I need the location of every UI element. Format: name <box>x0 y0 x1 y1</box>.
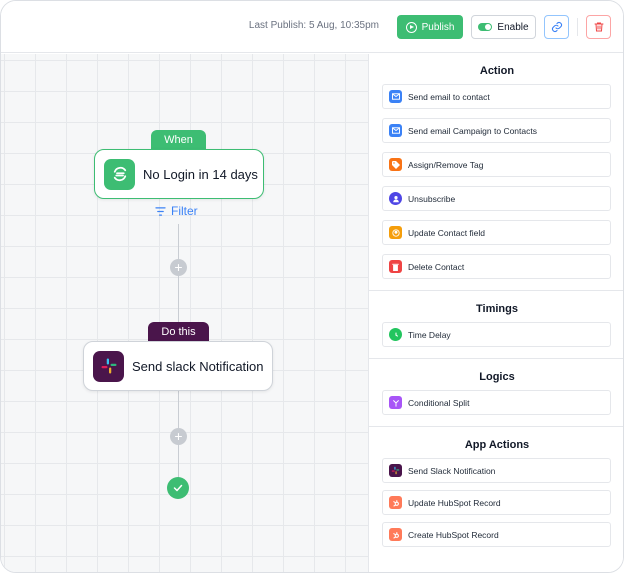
connector-line <box>178 224 179 334</box>
mail-icon <box>389 124 402 137</box>
play-circle-icon <box>405 21 417 33</box>
panel-item-label: Send Slack Notification <box>408 465 496 476</box>
section-title-logics: Logics <box>479 371 515 383</box>
slack-icon <box>389 464 402 477</box>
panel-item-time-delay[interactable]: Time Delay <box>382 322 611 347</box>
panel-item-assign-tag[interactable]: Assign/Remove Tag <box>382 152 611 177</box>
toolbar-divider <box>577 18 578 36</box>
top-bar: Last Publish: 5 Aug, 10:35pm Publish Ena… <box>1 1 623 53</box>
delete-button[interactable] <box>586 15 611 39</box>
panel-item-label: Delete Contact <box>408 261 465 272</box>
workflow-canvas[interactable]: When No Login in 14 days Filter + Do thi… <box>1 54 368 572</box>
trigger-chip: When <box>151 130 206 149</box>
publish-button[interactable]: Publish <box>397 15 463 39</box>
action-chip: Do this <box>148 322 209 341</box>
panel-item-send-email[interactable]: Send email to contact <box>382 84 611 109</box>
split-icon <box>389 396 402 409</box>
automation-builder-window: Last Publish: 5 Aug, 10:35pm Publish Ena… <box>0 0 624 573</box>
panel-item-conditional-split[interactable]: Conditional Split <box>382 390 611 415</box>
add-step-button[interactable]: + <box>170 428 187 445</box>
enable-label: Enable <box>497 21 529 33</box>
trash-icon <box>594 22 603 32</box>
clock-icon <box>389 328 402 341</box>
panel-item-delete-contact[interactable]: Delete Contact <box>382 254 611 279</box>
copy-link-button[interactable] <box>544 15 569 39</box>
filter-icon <box>155 206 166 216</box>
enable-toggle-button[interactable]: Enable <box>471 15 536 39</box>
panel-item-update-contact-field[interactable]: Update Contact field <box>382 220 611 245</box>
section-title-timings: Timings <box>476 303 518 315</box>
section-divider <box>369 358 623 359</box>
link-icon <box>551 21 562 33</box>
publish-label: Publish <box>421 21 455 33</box>
section-title-action: Action <box>479 65 515 77</box>
last-publish-text: Last Publish: 5 Aug, 10:35pm <box>248 20 379 31</box>
contact-icon <box>389 226 402 239</box>
actions-panel: Action Send email to contact Send email … <box>368 54 623 572</box>
trigger-logo-icon <box>104 158 135 190</box>
trigger-title: No Login in 14 days <box>143 166 258 182</box>
add-step-button[interactable]: + <box>170 259 187 276</box>
hubspot-icon <box>389 528 402 541</box>
panel-item-create-hubspot-record[interactable]: Create HubSpot Record <box>382 522 611 547</box>
mail-icon <box>389 90 402 103</box>
panel-item-label: Time Delay <box>408 329 451 340</box>
section-divider <box>369 426 623 427</box>
panel-item-label: Create HubSpot Record <box>408 529 499 540</box>
trigger-node[interactable]: No Login in 14 days <box>94 149 264 199</box>
end-check-icon <box>167 477 189 499</box>
plus-icon: + <box>174 259 183 275</box>
filter-link[interactable]: Filter <box>155 204 198 218</box>
plus-icon: + <box>174 428 183 444</box>
panel-item-label: Send email Campaign to Contacts <box>408 125 537 136</box>
panel-item-label: Conditional Split <box>408 397 470 408</box>
user-icon <box>389 192 402 205</box>
section-divider <box>369 290 623 291</box>
panel-item-update-hubspot-record[interactable]: Update HubSpot Record <box>382 490 611 515</box>
panel-item-unsubscribe[interactable]: Unsubscribe <box>382 186 611 211</box>
panel-item-send-slack-notification[interactable]: Send Slack Notification <box>382 458 611 483</box>
panel-item-send-email-campaign[interactable]: Send email Campaign to Contacts <box>382 118 611 143</box>
hubspot-icon <box>389 496 402 509</box>
panel-item-label: Send email to contact <box>408 91 490 102</box>
panel-item-label: Assign/Remove Tag <box>408 159 484 170</box>
tag-icon <box>389 158 402 171</box>
slack-icon <box>93 350 124 382</box>
trash-icon <box>389 260 402 273</box>
section-title-app-actions: App Actions <box>464 439 530 451</box>
toggle-icon <box>478 23 493 31</box>
panel-item-label: Unsubscribe <box>408 193 456 204</box>
panel-item-label: Update HubSpot Record <box>408 497 501 508</box>
filter-label: Filter <box>171 204 198 218</box>
action-title: Send slack Notification <box>132 358 264 374</box>
action-node[interactable]: Send slack Notification <box>83 341 273 391</box>
panel-item-label: Update Contact field <box>408 227 486 238</box>
